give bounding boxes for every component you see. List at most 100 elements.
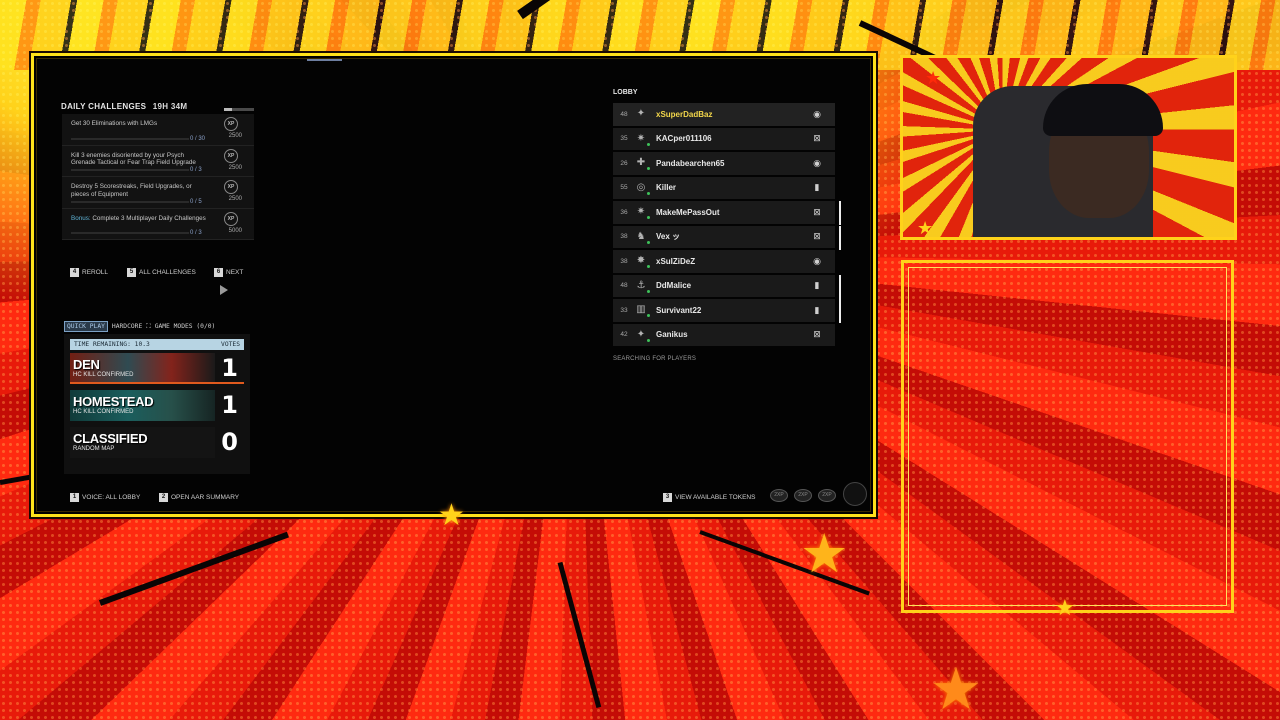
challenge-progress: 0 / 3 [190,230,202,236]
player-level: 26 [620,159,628,167]
open-aar-button[interactable]: 2 OPEN AAR SUMMARY [159,493,239,502]
challenge-progress-bar [71,137,189,140]
tab-hardcore[interactable]: HARDCORE [112,323,142,330]
lobby-player-row[interactable]: 26 ✚ Pandabearchen65 ◉ [613,152,835,175]
key-hint: 1 [70,493,79,502]
lobby-player-row[interactable]: 42 ✦ Ganikus ⊠ [613,323,835,346]
map-name: DEN [73,357,100,372]
star-icon: ★ [800,522,849,585]
challenge-item[interactable]: Kill 3 enemies disoriented by your Psych… [62,146,254,177]
cursor-arrow-icon [220,285,228,295]
rank-icon: ✦ [636,108,646,120]
mode-tabs: QUICK PLAY HARDCORE ⛶ GAME MODES (0/0) [64,321,250,332]
player-level: 38 [620,233,628,241]
double-xp-token-icon[interactable]: 2XP [818,489,836,502]
challenge-text: Bonus: Complete 3 Multiplayer Daily Chal… [71,214,206,222]
key-hint: 4 [70,268,79,277]
lobby-player-row[interactable]: 35 ✷ KACper011106 ⊠ [613,127,835,150]
xbox-icon: ⊠ [813,329,821,340]
rank-icon: ✷ [635,133,650,146]
mobile-icon: ▮ [814,304,820,315]
game-capture-frame: DAILY CHALLENGES 19H 34M Get 30 Eliminat… [31,53,876,517]
rank-icon: ✸ [635,255,650,269]
view-tokens-label: VIEW AVAILABLE TOKENS [675,494,756,501]
challenge-xp: 2500 [228,164,242,171]
tab-game-modes[interactable]: GAME MODES (0/0) [155,323,216,330]
challenge-text: Kill 3 enemies disoriented by your Psych… [71,151,196,167]
all-challenges-label: ALL CHALLENGES [139,269,196,276]
voice-label: VOICE: ALL LOBBY [82,494,141,501]
xp-icon: XP [224,117,238,131]
vote-header: TIME REMAINING: 10.3 VOTES [70,339,244,350]
next-button[interactable]: 6 NEXT [214,268,243,277]
lobby-player-row[interactable]: 38 ✸ xSuIZiDeZ ◉ [613,250,835,273]
challenge-progress-bar [71,169,189,171]
next-label: NEXT [226,269,244,276]
lobby-player-row[interactable]: 55 ◎ Killer ▮ [613,176,835,199]
steam-icon: ◉ [813,108,821,119]
daily-challenges-header: DAILY CHALLENGES 19H 34M [61,102,187,111]
player-level: 55 [620,184,628,192]
challenge-text: Destroy 5 Scorestreaks, Field Upgrades, … [71,183,192,198]
rank-icon: ▥ [635,304,650,318]
key-hint: 2 [159,493,168,502]
lobby-player-row[interactable]: 36 ✷ MakeMePassOut ⊠ [613,201,841,225]
steam-icon: ◉ [813,255,821,266]
challenge-progress-bar [71,200,189,203]
player-name: MakeMePassOut [656,207,720,217]
voice-button[interactable]: 1 VOICE: ALL LOBBY [70,493,140,502]
lobby-player-row[interactable]: 48 ✦ xSuperDadBaz ◉ [613,103,835,126]
xp-icon: XP [224,148,238,163]
challenge-item[interactable]: Destroy 5 Scorestreaks, Field Upgrades, … [62,177,254,209]
lobby-player-row[interactable]: 33 ▥ Survivant22 ▮ [613,299,841,323]
streamer-cap [1043,84,1163,136]
overlay-panel [901,260,1234,613]
map-option-homestead[interactable]: HOMESTEAD HC KILL CONFIRMED 1 [70,390,244,421]
party-indicator [839,299,841,323]
star-icon: ★ [925,68,942,88]
player-level: 38 [620,257,628,265]
game-modes-icon: ⛶ [146,322,151,330]
map-option-den[interactable]: DEN HC KILL CONFIRMED 1 [70,353,244,384]
xbox-icon: ⊠ [813,231,821,242]
star-icon: ★ [1055,596,1075,621]
star-icon: ★ [917,218,934,238]
player-level: 42 [620,331,628,339]
player-name: Killer [656,183,677,193]
rank-icon: ⚓ [635,280,650,293]
tab-quick-play[interactable]: QUICK PLAY [64,321,108,332]
mobile-icon: ▮ [814,280,820,291]
all-challenges-button[interactable]: 5 ALL CHALLENGES [127,268,196,277]
key-hint: 3 [663,493,672,502]
lobby-title: LOBBY [613,89,638,96]
challenge-item[interactable]: Bonus: Complete 3 Multiplayer Daily Chal… [62,209,254,240]
player-name: xSuperDadBaz [656,109,713,119]
xp-icon: XP [224,211,238,226]
lobby-list: 48 ✦ xSuperDadBaz ◉ 35 ✷ KACper011106 ⊠ … [613,103,841,348]
map-vote-panel: TIME REMAINING: 10.3 VOTES DEN HC KILL C… [64,334,250,474]
double-xp-token-icon[interactable]: 2XP [794,489,812,502]
map-option-classified[interactable]: CLASSIFIED RANDOM MAP 0 [70,427,244,458]
view-tokens-button[interactable]: 3 VIEW AVAILABLE TOKENS [663,493,755,502]
player-level: 36 [620,208,628,216]
open-aar-label: OPEN AAR SUMMARY [171,494,240,501]
map-votes: 1 [221,354,238,382]
map-name: HOMESTEAD [73,394,154,409]
double-xp-token-icon[interactable]: 2XP [770,489,788,502]
key-hint: 6 [214,268,223,277]
rank-icon: ♞ [635,231,650,244]
lobby-player-row[interactable]: 38 ♞ Vex ッ ⊠ [613,225,841,250]
webcam-frame: ★ ★ [900,55,1237,240]
challenge-xp: 2500 [228,196,242,202]
challenge-item[interactable]: Get 30 Eliminations with LMGs 0 / 30 XP … [62,114,254,146]
party-indicator [839,201,841,225]
star-icon: ★ [438,498,465,533]
map-votes: 1 [221,391,238,419]
reroll-button[interactable]: 4 REROLL [70,268,108,277]
lobby-player-row[interactable]: 48 ⚓ DdMalice ▮ [613,274,841,299]
mobile-icon: ▮ [814,182,820,193]
map-name: CLASSIFIED [73,431,148,446]
rank-icon: ◎ [635,182,650,195]
map-mode: RANDOM MAP [73,446,115,452]
star-icon: ★ [930,655,982,720]
